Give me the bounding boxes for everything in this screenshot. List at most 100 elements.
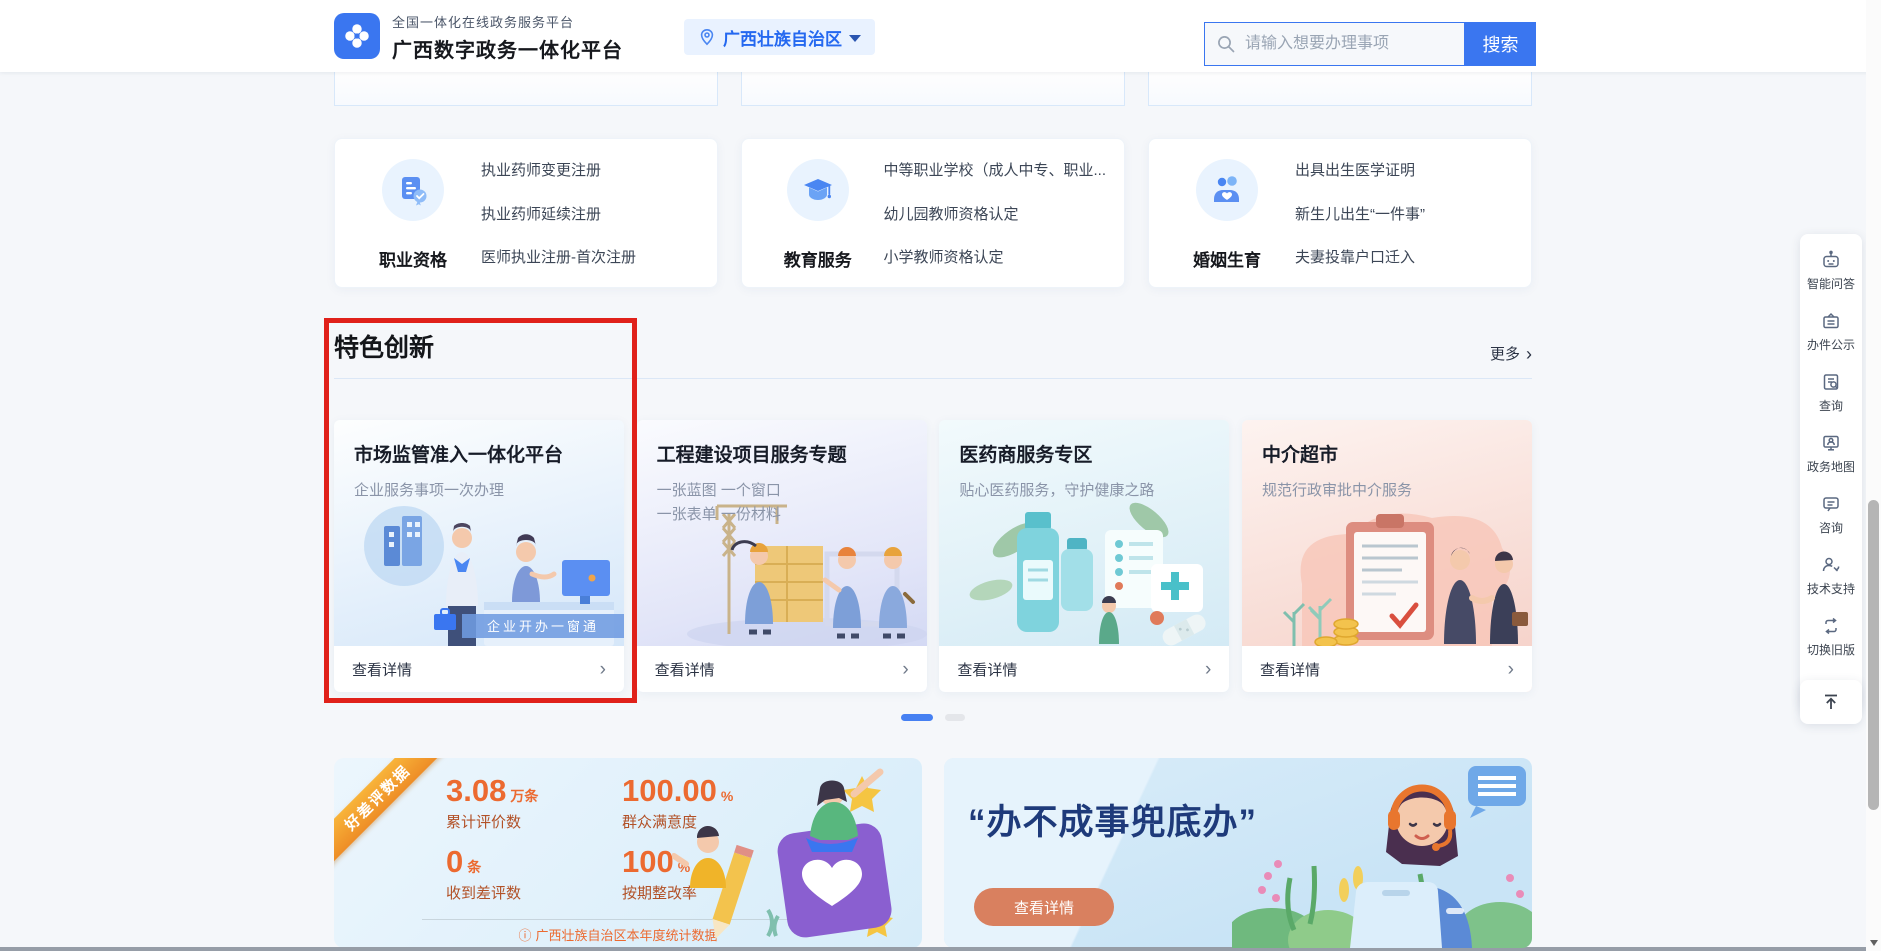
partial-card-row [334,72,1532,106]
featured-card-subtitle: 贴心医药服务，守护健康之路 [959,479,1209,503]
robot-icon [1820,249,1842,271]
sidebar-item-switch-old-version[interactable]: 切换旧版 [1800,606,1862,667]
promo-banner-title: “办不成事兜底办” [968,794,1257,845]
stats-illustration [672,758,922,948]
service-links: 出具出生医学证明 新生儿出生“一件事” 夫妻投靠户口迁入 [1289,155,1513,271]
featured-card-footer[interactable]: 查看详情 › [637,646,927,692]
intermediary-illustration [1242,494,1532,646]
sidebar-item-label: 办件公示 [1807,336,1855,353]
page: 全国一体化在线政务服务平台 广西数字政务一体化平台 广西壮族自治区 搜索 [0,0,1881,951]
featured-card-title: 工程建设项目服务专题 [657,440,907,467]
featured-card-row: 市场监管准入一体化平台 企业服务事项一次办理 [334,420,1532,692]
view-details-link[interactable]: 查看详情 [957,659,1017,680]
scrollbar-thumb[interactable] [1868,500,1879,810]
sidebar-item-gov-map[interactable]: 政务地图 [1800,423,1862,484]
info-icon [518,925,531,944]
featured-card-intermediary[interactable]: 中介超市 规范行政审批中介服务 [1242,420,1532,692]
featured-card-footer[interactable]: 查看详情 › [334,646,624,692]
stat-value: 3.08 [446,773,506,808]
featured-card-subtitle: 规范行政审批中介服务 [1262,479,1512,503]
featured-card-footer[interactable]: 查看详情 › [1242,646,1532,692]
banner-row: 好差评数据 3.08万条 累计评价数 100.00% 群众满意度 0条 收到差评… [334,758,1532,948]
carousel-dot-active[interactable] [901,714,933,721]
chevron-right-icon: › [600,660,606,679]
featured-card-subtitle: 一张蓝图 一个窗口 [657,479,907,503]
certificate-icon [382,159,444,221]
service-links: 执业药师变更注册 执业药师延续注册 医师执业注册-首次注册 [475,155,699,271]
view-details-link[interactable]: 查看详情 [352,659,412,680]
stat-value: 0 [446,844,463,879]
featured-card-body: 中介超市 规范行政审批中介服务 [1242,420,1532,503]
stat-label: 累计评价数 [446,811,622,832]
sidebar-item-label: 查询 [1819,397,1843,414]
service-card-education: 教育服务 中等职业学校（成人中专、职业... 幼儿园教师资格认定 小学教师资格认… [741,138,1125,288]
featured-card-body: 工程建设项目服务专题 一张蓝图 一个窗口 一张表单 一份材料 [637,420,927,527]
sidebar-item-label: 智能问答 [1807,275,1855,292]
partial-card [741,72,1125,106]
support-wrench-icon [1820,554,1842,576]
announcement-board-icon [1820,310,1842,332]
stat-value: 100 [622,844,674,879]
search-input[interactable] [1204,22,1465,66]
document-search-icon [1820,371,1842,393]
service-link[interactable]: 执业药师变更注册 [481,159,699,180]
sidebar-item-smart-qa[interactable]: 智能问答 [1800,240,1862,301]
service-link[interactable]: 医师执业注册-首次注册 [481,246,699,267]
service-link[interactable]: 幼儿园教师资格认定 [883,203,1106,224]
service-category-row: 职业资格 执业药师变更注册 执业药师延续注册 医师执业注册-首次注册 教育 [334,138,1532,288]
service-card-left: 职业资格 [351,155,475,271]
service-link[interactable]: 执业药师延续注册 [481,203,699,224]
service-link[interactable]: 夫妻投靠户口迁入 [1295,246,1513,267]
rating-stats-banner[interactable]: 好差评数据 3.08万条 累计评价数 100.00% 群众满意度 0条 收到差评… [334,758,922,948]
service-links: 中等职业学校（成人中专、职业... 幼儿园教师资格认定 小学教师资格认定 [877,155,1106,271]
service-card-left: 教育服务 [758,155,877,271]
service-card-left: 婚姻生育 [1165,155,1289,271]
chevron-right-icon: › [1526,345,1532,363]
search-button[interactable]: 搜索 [1465,22,1536,66]
stat-unit: 条 [467,859,481,875]
featured-section-title: 特色创新 [334,328,434,364]
chevron-right-icon: › [902,660,908,679]
view-details-link[interactable]: 查看详情 [655,659,715,680]
page-bottom-edge [0,947,1866,951]
service-link[interactable]: 出具出生医学证明 [1295,159,1513,180]
sidebar-item-query[interactable]: 查询 [1800,362,1862,423]
promo-banner[interactable]: “办不成事兜底办” 查看详情 [944,758,1532,948]
featured-card-engineering[interactable]: 工程建设项目服务专题 一张蓝图 一个窗口 一张表单 一份材料 [637,420,927,692]
service-link[interactable]: 新生儿出生“一件事” [1295,203,1513,224]
featured-card-title: 市场监管准入一体化平台 [354,440,604,467]
region-selector[interactable]: 广西壮族自治区 [684,19,875,55]
sidebar-item-label: 技术支持 [1807,580,1855,597]
clover-logo-icon [340,19,374,53]
search-icon [1216,34,1236,54]
sidebar-item-consult[interactable]: 咨询 [1800,484,1862,545]
sidebar-item-label: 政务地图 [1807,458,1855,475]
carousel-indicators [334,714,1532,721]
scrollbar-track[interactable] [1866,0,1881,951]
scrollbar-down-arrow-icon[interactable] [1870,940,1878,946]
sidebar-item-case-publicity[interactable]: 办件公示 [1800,301,1862,362]
chevron-right-icon: › [1508,660,1514,679]
back-to-top-button[interactable] [1800,680,1862,724]
view-details-link[interactable]: 查看详情 [1260,659,1320,680]
more-link[interactable]: 更多 › [1490,343,1532,364]
sidebar-item-label: 咨询 [1819,519,1843,536]
brand-text: 全国一体化在线政务服务平台 广西数字政务一体化平台 [392,12,623,63]
region-name: 广西壮族自治区 [723,25,842,50]
featured-card-footer[interactable]: 查看详情 › [939,646,1229,692]
graduation-cap-icon [787,159,849,221]
partial-card [334,72,718,106]
service-link[interactable]: 小学教师资格认定 [883,246,1106,267]
service-link[interactable]: 中等职业学校（成人中专、职业... [883,159,1106,180]
carousel-dot[interactable] [945,714,965,721]
ribbon-label: 好差评数据 [340,760,415,835]
service-card-professional-qualification: 职业资格 执业药师变更注册 执业药师延续注册 医师执业注册-首次注册 [334,138,718,288]
featured-card-market-supervision[interactable]: 市场监管准入一体化平台 企业服务事项一次办理 [334,420,624,692]
sidebar-item-tech-support[interactable]: 技术支持 [1800,545,1862,606]
service-category-title: 婚姻生育 [1193,246,1261,271]
promo-view-details-button[interactable]: 查看详情 [974,888,1114,926]
stat-label: 收到差评数 [446,882,622,903]
featured-card-pharmaceutical[interactable]: 医药商服务专区 贴心医药服务，守护健康之路 [939,420,1229,692]
featured-card-body: 医药商服务专区 贴心医药服务，守护健康之路 [939,420,1229,503]
stat-unit: 万条 [510,788,538,804]
